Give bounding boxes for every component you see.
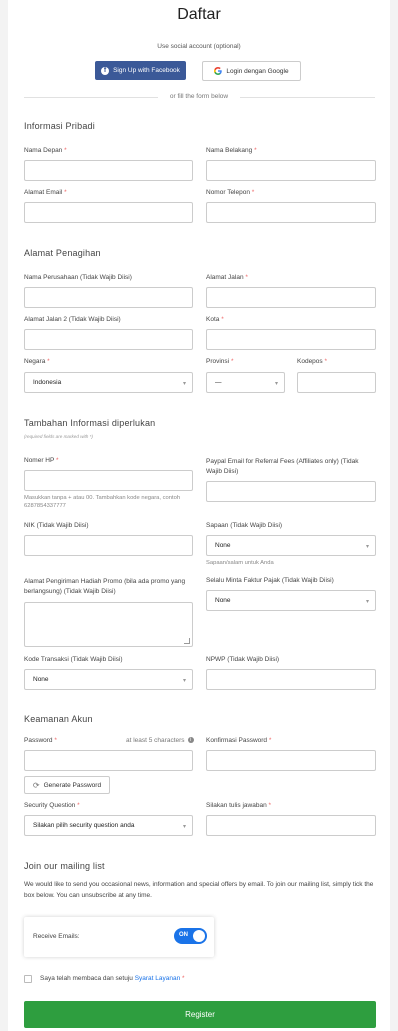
hp-input[interactable] bbox=[24, 470, 193, 491]
address2-input[interactable] bbox=[24, 329, 193, 350]
city-label: Kota * bbox=[206, 316, 224, 323]
page-title: Daftar bbox=[177, 6, 221, 23]
google-label: Login dengan Google bbox=[226, 67, 289, 75]
google-login-button[interactable]: Login dengan Google bbox=[202, 61, 301, 81]
transaction-code-value: None bbox=[33, 676, 49, 683]
company-label: Nama Perusahaan (Tidak Wajib Diisi) bbox=[24, 274, 132, 281]
first-name-input[interactable] bbox=[24, 160, 193, 181]
address2-label: Alamat Jalan 2 (Tidak Wajib Diisi) bbox=[24, 316, 121, 323]
greeting-select[interactable]: None ▾ bbox=[206, 535, 376, 556]
first-name-label: Nama Depan * bbox=[24, 147, 67, 154]
chevron-down-icon: ▾ bbox=[365, 544, 369, 550]
address1-input[interactable] bbox=[206, 287, 376, 308]
npwp-label: NPWP (Tidak Wajib Diisi) bbox=[206, 656, 280, 663]
terms-link[interactable]: Syarat Layanan bbox=[135, 975, 181, 982]
chevron-down-icon: ▾ bbox=[182, 678, 186, 684]
province-select[interactable]: — ▾ bbox=[206, 372, 285, 393]
country-label: Negara * bbox=[24, 358, 50, 365]
section-extra-title: Tambahan Informasi diperlukan bbox=[24, 418, 156, 428]
divider-label: or fill the form below bbox=[158, 93, 240, 100]
chevron-down-icon: ▾ bbox=[182, 381, 186, 387]
google-icon bbox=[214, 67, 223, 75]
receive-emails-label: Receive Emails: bbox=[33, 933, 80, 940]
section-security-title: Keamanan Akun bbox=[24, 714, 93, 724]
terms-checkbox[interactable] bbox=[24, 975, 32, 983]
security-question-label: Security Question * bbox=[24, 802, 80, 809]
paypal-input[interactable] bbox=[206, 481, 376, 502]
greeting-hint: Sapaan/salam untuk Anda bbox=[206, 560, 274, 566]
postcode-input[interactable] bbox=[297, 372, 376, 393]
security-answer-input[interactable] bbox=[206, 815, 376, 836]
promo-address-textarea[interactable] bbox=[24, 602, 193, 647]
email-input[interactable] bbox=[24, 202, 193, 223]
security-answer-label: Silakan tulis jawaban * bbox=[206, 802, 272, 809]
terms-text: Saya telah membaca dan setuju Syarat Lay… bbox=[40, 975, 185, 982]
phone-label: Nomor Telepon * bbox=[206, 189, 255, 196]
tax-invoice-select[interactable]: None ▾ bbox=[206, 590, 376, 611]
address1-label: Alamat Jalan * bbox=[206, 274, 248, 281]
resize-handle-icon[interactable] bbox=[184, 638, 190, 644]
chevron-down-icon: ▾ bbox=[182, 824, 186, 830]
section-billing-title: Alamat Penagihan bbox=[24, 248, 101, 258]
npwp-input[interactable] bbox=[206, 669, 376, 690]
last-name-input[interactable] bbox=[206, 160, 376, 181]
greeting-value: None bbox=[215, 542, 231, 549]
hp-hint: Masukkan tanpa + atau 00. Tambahkan kode… bbox=[24, 495, 181, 509]
confirm-password-input[interactable] bbox=[206, 750, 376, 771]
registration-page: Daftar Use social account (optional) f S… bbox=[8, 0, 390, 1031]
mailing-description: We would like to send you occasional new… bbox=[24, 881, 374, 899]
facebook-label: Sign Up with Facebook bbox=[113, 67, 180, 74]
section-mailing-title: Join our mailing list bbox=[24, 861, 105, 871]
password-hint: at least 5 characters i bbox=[126, 737, 194, 744]
generate-password-label: Generate Password bbox=[43, 781, 102, 789]
tax-invoice-label: Selalu Minta Faktur Pajak (Tidak Wajib D… bbox=[206, 577, 334, 584]
security-question-value: Silakan pilih security question anda bbox=[33, 822, 135, 829]
country-select[interactable]: Indonesia ▾ bbox=[24, 372, 193, 393]
register-button[interactable]: Register bbox=[24, 1001, 376, 1028]
password-label: Password * bbox=[24, 737, 57, 744]
confirm-password-label: Konfirmasi Password * bbox=[206, 737, 272, 744]
province-value: — bbox=[215, 379, 222, 386]
toggle-label: ON bbox=[179, 932, 188, 938]
postcode-label: Kodepos * bbox=[297, 358, 328, 365]
paypal-label: Paypal Email for Referral Fees (Affiliat… bbox=[206, 458, 359, 475]
info-icon: i bbox=[187, 737, 194, 744]
last-name-label: Nama Belakang * bbox=[206, 147, 257, 154]
tax-invoice-value: None bbox=[215, 597, 231, 604]
facebook-signup-button[interactable]: f Sign Up with Facebook bbox=[95, 61, 186, 80]
nik-input[interactable] bbox=[24, 535, 193, 556]
toggle-knob bbox=[193, 930, 205, 942]
greeting-label: Sapaan (Tidak Wajib Diisi) bbox=[206, 522, 283, 529]
chevron-down-icon: ▾ bbox=[274, 381, 278, 387]
password-input[interactable] bbox=[24, 750, 193, 771]
phone-input[interactable] bbox=[206, 202, 376, 223]
receive-emails-box: Receive Emails: ON bbox=[24, 917, 214, 957]
nik-label: NIK (Tidak Wajib Diisi) bbox=[24, 522, 89, 529]
section-personal-title: Informasi Pribadi bbox=[24, 121, 95, 131]
refresh-icon: ⟳ bbox=[32, 780, 40, 790]
transaction-code-label: Kode Transaksi (Tidak Wajib Diisi) bbox=[24, 656, 123, 663]
hp-label: Nomer HP * bbox=[24, 457, 59, 464]
social-caption: Use social account (optional) bbox=[157, 43, 241, 50]
security-question-select[interactable]: Silakan pilih security question anda ▾ bbox=[24, 815, 193, 836]
facebook-icon: f bbox=[101, 66, 110, 75]
chevron-down-icon: ▾ bbox=[365, 599, 369, 605]
company-input[interactable] bbox=[24, 287, 193, 308]
promo-address-label: Alamat Pengiriman Hadiah Promo (bila ada… bbox=[24, 578, 186, 595]
generate-password-button[interactable]: ⟳ Generate Password bbox=[24, 776, 110, 794]
province-label: Provinsi * bbox=[206, 358, 234, 365]
receive-emails-toggle[interactable]: ON bbox=[174, 928, 207, 944]
required-note: (required fields are marked with *) bbox=[24, 434, 93, 439]
transaction-code-select[interactable]: None ▾ bbox=[24, 669, 193, 690]
email-label: Alamat Email * bbox=[24, 189, 67, 196]
city-input[interactable] bbox=[206, 329, 376, 350]
country-value: Indonesia bbox=[33, 379, 62, 386]
